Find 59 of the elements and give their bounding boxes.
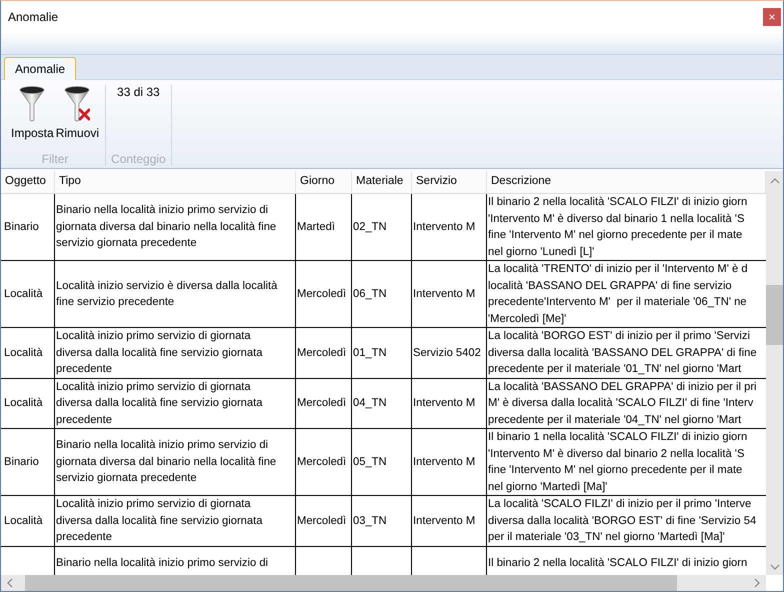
table-cell-text: Mercoledì — [297, 346, 346, 360]
table-cell-text: Il binario 1 nella località 'SCALO FILZI' di inizio giorn 'Intervento M' è diverso dal binario 2 nella località 'S fine 'Intervento M' nel giorno precedente per il mate nel giorno 'Martedì [Ma]' — [488, 430, 748, 494]
group-label: Filter — [42, 152, 68, 166]
ribbon-button[interactable]: Imposta — [10, 85, 55, 140]
table-cell-text: Mercoledì — [297, 514, 346, 528]
table-cell-text: Località — [3, 286, 43, 302]
table-cell-text: Località inizio primo servizio di giornata diversa dalla località fine servizio giornata precedente — [56, 329, 262, 377]
table-cell-text: Binario nella località inizio primo servizio di — [56, 556, 268, 570]
table-cell-text: Intervento M — [413, 220, 476, 235]
table-cell-text: La località 'SCALO FILZI' di inizio per il primo 'Interve diversa dalla località 'BORGO EST' di fine 'Servizio 54 per il materiale '03_TN' nel giorno 'Martedì [Ma]' — [488, 497, 756, 545]
scroll-up-icon[interactable] — [770, 177, 780, 185]
table-cell-text: Intervento M — [413, 396, 476, 411]
table-cell-text: Località — [3, 396, 43, 411]
table-cell-text: Intervento M — [413, 454, 476, 470]
table-cell-text: Località inizio servizio è diversa dalla località fine servizio precedente — [56, 278, 278, 310]
group-label: Conteggio — [111, 152, 166, 166]
ribbon-button[interactable]: Rimuovi — [54, 85, 100, 140]
column-header[interactable]: Materiale — [352, 171, 412, 193]
table-cell-text: La località 'BASSANO DEL GRAPPA' di inizio per il pri M' è diversa dalla località 'SCALO FILZI' di fine 'Interv precedente per il materiale '04_TN' nel giorno 'Mart — [488, 380, 757, 428]
table-cell-text: 06_TN — [353, 286, 387, 302]
scroll-left-icon[interactable] — [6, 578, 14, 588]
table-cell-text: Martedì — [297, 220, 335, 235]
scrollbar-thumb[interactable] — [766, 285, 783, 345]
funnel-remove-icon — [64, 85, 90, 123]
table-cell-text: 02_TN — [353, 220, 387, 235]
record-count: 33 di 33 — [116, 85, 161, 99]
vertical-scrollbar[interactable] — [766, 171, 783, 575]
table-cell-text: Servizio 5402 — [413, 346, 481, 360]
table-cell-text: Località — [3, 346, 43, 360]
table-cell-text: Il binario 2 nella località 'SCALO FILZI' di inizio giorn — [488, 556, 748, 570]
table-cell-text: Il binario 2 nella località 'SCALO FILZI' di inizio giorn 'Intervento M' è diverso dal binario 1 nella località 'S fine 'Intervento M' nel giorno precedente per il mate nel giorno 'Lunedì [L]' — [488, 195, 748, 260]
table-cell-text: 05_TN — [353, 454, 387, 470]
scroll-down-icon[interactable] — [770, 563, 780, 571]
ribbon-tab[interactable]: Anomalie — [4, 57, 76, 80]
table-cell-text: Località inizio primo servizio di giornata diversa dalla località fine servizio giornata precedente — [56, 497, 262, 545]
table-cell-text: Binario — [3, 454, 39, 470]
table-cell-text: La località 'TRENTO' di inizio per il 'Intervento M' è d località 'BASSANO DEL GRAPPA' di fine servizio precedente'Intervento M' per il materiale '06_TN' ne 'Mercoledì [Me]' — [488, 262, 748, 326]
table-cell-text: La località 'BORGO EST' di inizio per il primo 'Servizi diversa dalla località 'BASSANO DEL GRAPPA' di fine precedente per il materiale '01_TN' nel giorno 'Mart — [488, 329, 757, 377]
column-header[interactable]: Servizio — [412, 171, 487, 193]
table-cell-text: 01_TN — [353, 346, 387, 360]
scroll-right-icon[interactable] — [753, 578, 761, 588]
table-cell-text: Intervento M — [413, 514, 476, 528]
funnel-icon — [19, 85, 46, 123]
column-header[interactable]: Oggetto — [1, 171, 55, 193]
table-cell-text: Mercoledì — [297, 454, 346, 470]
table-cell-text: Mercoledì — [297, 396, 346, 411]
close-button[interactable]: × — [763, 8, 781, 26]
table-cell-text: 03_TN — [353, 514, 387, 528]
table-cell-text: Binario nella località inizio primo servizio di giornata diversa dal binario nella località fine servizio giornata precedente — [56, 438, 276, 486]
table-cell-text: Binario — [3, 220, 39, 235]
table-cell-text: 04_TN — [353, 396, 387, 411]
column-header[interactable]: Tipo — [55, 171, 296, 193]
table-cell-text: Binario nella località inizio primo servizio di giornata diversa dal binario nella località fine servizio giornata precedente — [56, 203, 276, 252]
table-cell-text: Intervento M — [413, 286, 476, 302]
table-cell-text: Mercoledì — [297, 286, 346, 302]
column-header[interactable]: Giorno — [296, 171, 352, 193]
table-cell-text: Località — [3, 514, 43, 528]
table-cell-text: Località inizio primo servizio di giornata diversa dalla località fine servizio giornata precedente — [56, 380, 262, 428]
window-title: Anomalie — [8, 10, 58, 24]
